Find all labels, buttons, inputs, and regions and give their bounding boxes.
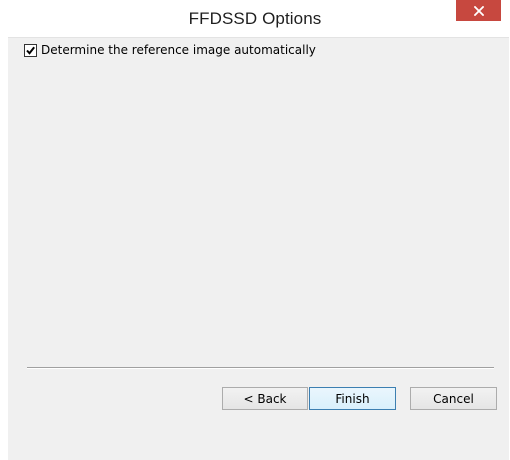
footer-separator [27, 367, 494, 369]
window-title: FFDSSD Options [188, 9, 322, 28]
auto-reference-label: Determine the reference image automatica… [41, 43, 316, 57]
back-button[interactable]: < Back [222, 387, 308, 410]
auto-reference-option[interactable]: Determine the reference image automatica… [24, 42, 316, 58]
close-button[interactable] [456, 0, 501, 21]
checkmark-icon [26, 46, 35, 55]
title-bar: FFDSSD Options [0, 0, 510, 37]
finish-button[interactable]: Finish [309, 387, 396, 410]
window-frame-left [0, 37, 8, 460]
cancel-button[interactable]: Cancel [410, 387, 497, 410]
auto-reference-checkbox[interactable] [24, 43, 37, 57]
options-dialog: FFDSSD Options Determine the reference i… [0, 0, 510, 460]
close-icon [473, 5, 484, 16]
